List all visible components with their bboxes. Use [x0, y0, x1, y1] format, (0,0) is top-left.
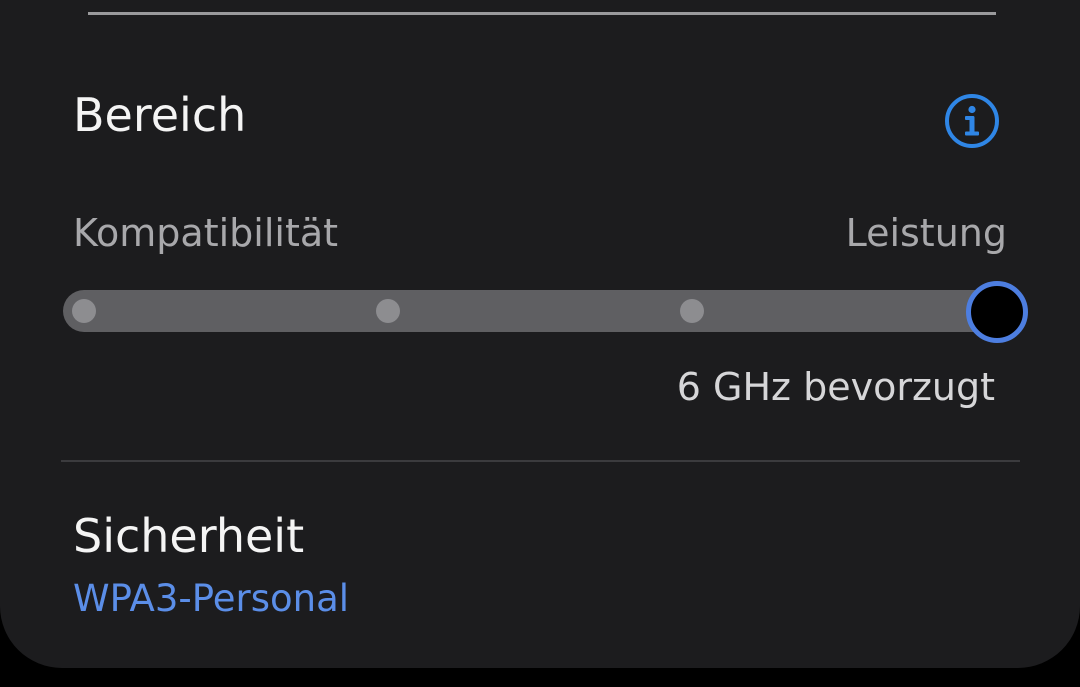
divider	[88, 12, 996, 15]
security-value: WPA3-Personal	[73, 577, 350, 620]
slider-step-dot[interactable]	[376, 299, 400, 323]
slider-step-dot[interactable]	[72, 299, 96, 323]
info-icon[interactable]	[944, 93, 1000, 149]
info-icon-graphic	[945, 94, 999, 148]
band-slider[interactable]	[63, 290, 1015, 332]
band-title: Bereich	[73, 88, 247, 142]
slider-label-performance: Leistung	[845, 211, 1007, 255]
slider-label-compatibility: Kompatibilität	[73, 211, 339, 255]
divider	[61, 460, 1020, 462]
security-title: Sicherheit	[73, 509, 305, 563]
slider-value-text: 6 GHz bevorzugt	[676, 365, 995, 409]
security-setting-row[interactable]	[0, 480, 1080, 650]
slider-thumb[interactable]	[966, 281, 1028, 343]
slider-step-dot[interactable]	[680, 299, 704, 323]
